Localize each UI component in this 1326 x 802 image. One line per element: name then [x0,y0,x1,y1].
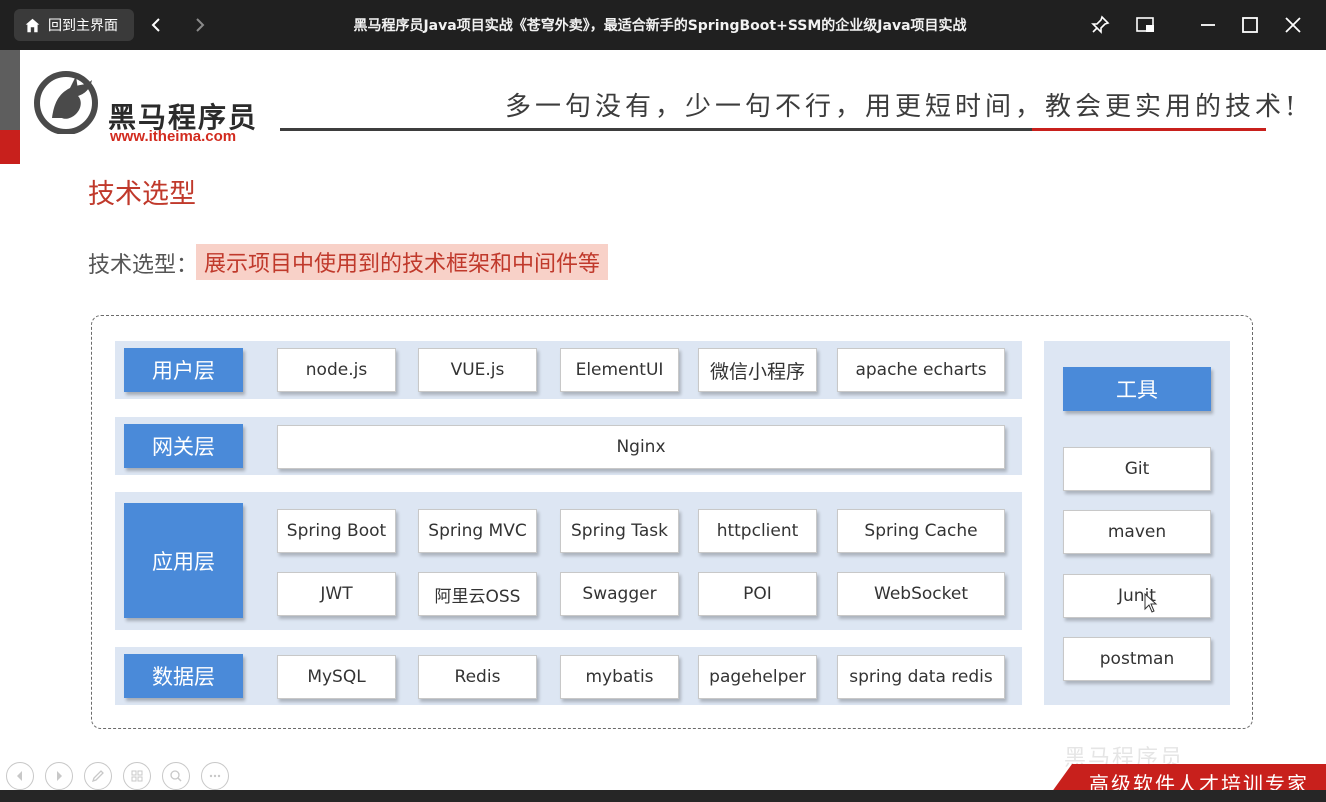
close-button[interactable] [1280,12,1306,38]
home-icon [25,18,40,32]
pen-icon [91,770,104,783]
tool-item: maven [1063,510,1211,554]
slide-canvas: 黑马程序员 www.itheima.com 多一句没有，少一句不行，用更短时间，… [0,50,1326,790]
mouse-pointer-icon [1144,593,1158,613]
tech-item: apache echarts [837,348,1005,392]
tech-item: mybatis [560,655,679,699]
window-titlebar: 回到主界面 黑马程序员Java项目实战《苍穹外卖》，最适合新手的SpringBo… [0,0,1326,50]
tech-item: Swagger [560,572,679,616]
next-slide-button[interactable] [45,762,73,790]
subtitle-label: 技术选型： [88,253,199,278]
tech-item: Redis [418,655,537,699]
tools-title: 工具 [1063,367,1211,411]
pin-icon [1091,15,1110,34]
slide-overview-button[interactable] [123,762,151,790]
maximize-button[interactable] [1237,12,1263,38]
home-button[interactable]: 回到主界面 [14,9,134,41]
tech-item: JWT [277,572,396,616]
tool-item: Junit [1063,574,1211,618]
presentation-toolbar [6,762,229,790]
banner-decoration [1046,764,1072,790]
tech-item: MySQL [277,655,396,699]
tech-item: node.js [277,348,396,392]
section-title: 技术选型 [88,179,196,210]
logo-url: www.itheima.com [110,128,237,145]
tech-item: ElementUI [560,348,679,392]
tech-item: httpclient [698,509,817,553]
minimize-icon [1201,24,1215,26]
tech-item: Nginx [277,425,1005,469]
header-divider-accent [1032,128,1266,131]
pip-icon [1136,17,1154,32]
tech-item: Spring MVC [418,509,537,553]
zoom-button[interactable] [162,762,190,790]
close-icon [1285,17,1301,33]
side-decoration [0,50,20,130]
tech-item: WebSocket [837,572,1005,616]
tech-item: 微信小程序 [698,348,817,392]
slides-icon [131,770,143,782]
tool-item: postman [1063,637,1211,681]
bottom-strip [0,790,1326,802]
minimize-button[interactable] [1195,12,1221,38]
side-decoration-red [0,130,20,164]
more-options-button[interactable] [201,762,229,790]
chevron-left-icon [151,18,160,32]
forward-button[interactable] [188,13,212,37]
tech-item: Spring Task [560,509,679,553]
tech-item: Spring Cache [837,509,1005,553]
previous-icon [17,771,22,781]
chevron-right-icon [196,18,205,32]
picture-in-picture-button[interactable] [1132,12,1158,38]
back-button[interactable] [144,13,168,37]
tech-item: Spring Boot [277,509,396,553]
home-button-label: 回到主界面 [48,18,118,34]
window-title: 黑马程序员Java项目实战《苍穹外卖》，最适合新手的SpringBoot+SSM… [353,18,967,34]
zoom-icon [170,770,182,782]
subtitle-highlight: 展示项目中使用到的技术框架和中间件等 [196,244,609,280]
more-icon [209,774,221,778]
previous-slide-button[interactable] [6,762,34,790]
maximize-icon [1242,17,1258,33]
layer-tag-application: 应用层 [124,503,243,618]
footer-banner: 高级软件人才培训专家 [1072,764,1326,790]
tool-item: Git [1063,447,1211,491]
itheima-logo: 黑马程序员 www.itheima.com [32,68,272,145]
layer-tag-data: 数据层 [124,654,243,698]
tech-item: POI [698,572,817,616]
tech-item: 阿里云OSS [418,572,537,616]
slogan: 多一句没有，少一句不行，用更短时间，教会更实用的技术! [505,92,1300,122]
layer-tag-user: 用户层 [124,348,243,392]
pin-button[interactable] [1087,12,1113,38]
tech-item: pagehelper [698,655,817,699]
tech-item: VUE.js [418,348,537,392]
pen-tool-button[interactable] [84,762,112,790]
tech-item: spring data redis [837,655,1005,699]
header-divider [280,128,1032,131]
next-icon [57,771,62,781]
horse-logo-icon [34,71,98,134]
layer-tag-gateway: 网关层 [124,424,243,468]
